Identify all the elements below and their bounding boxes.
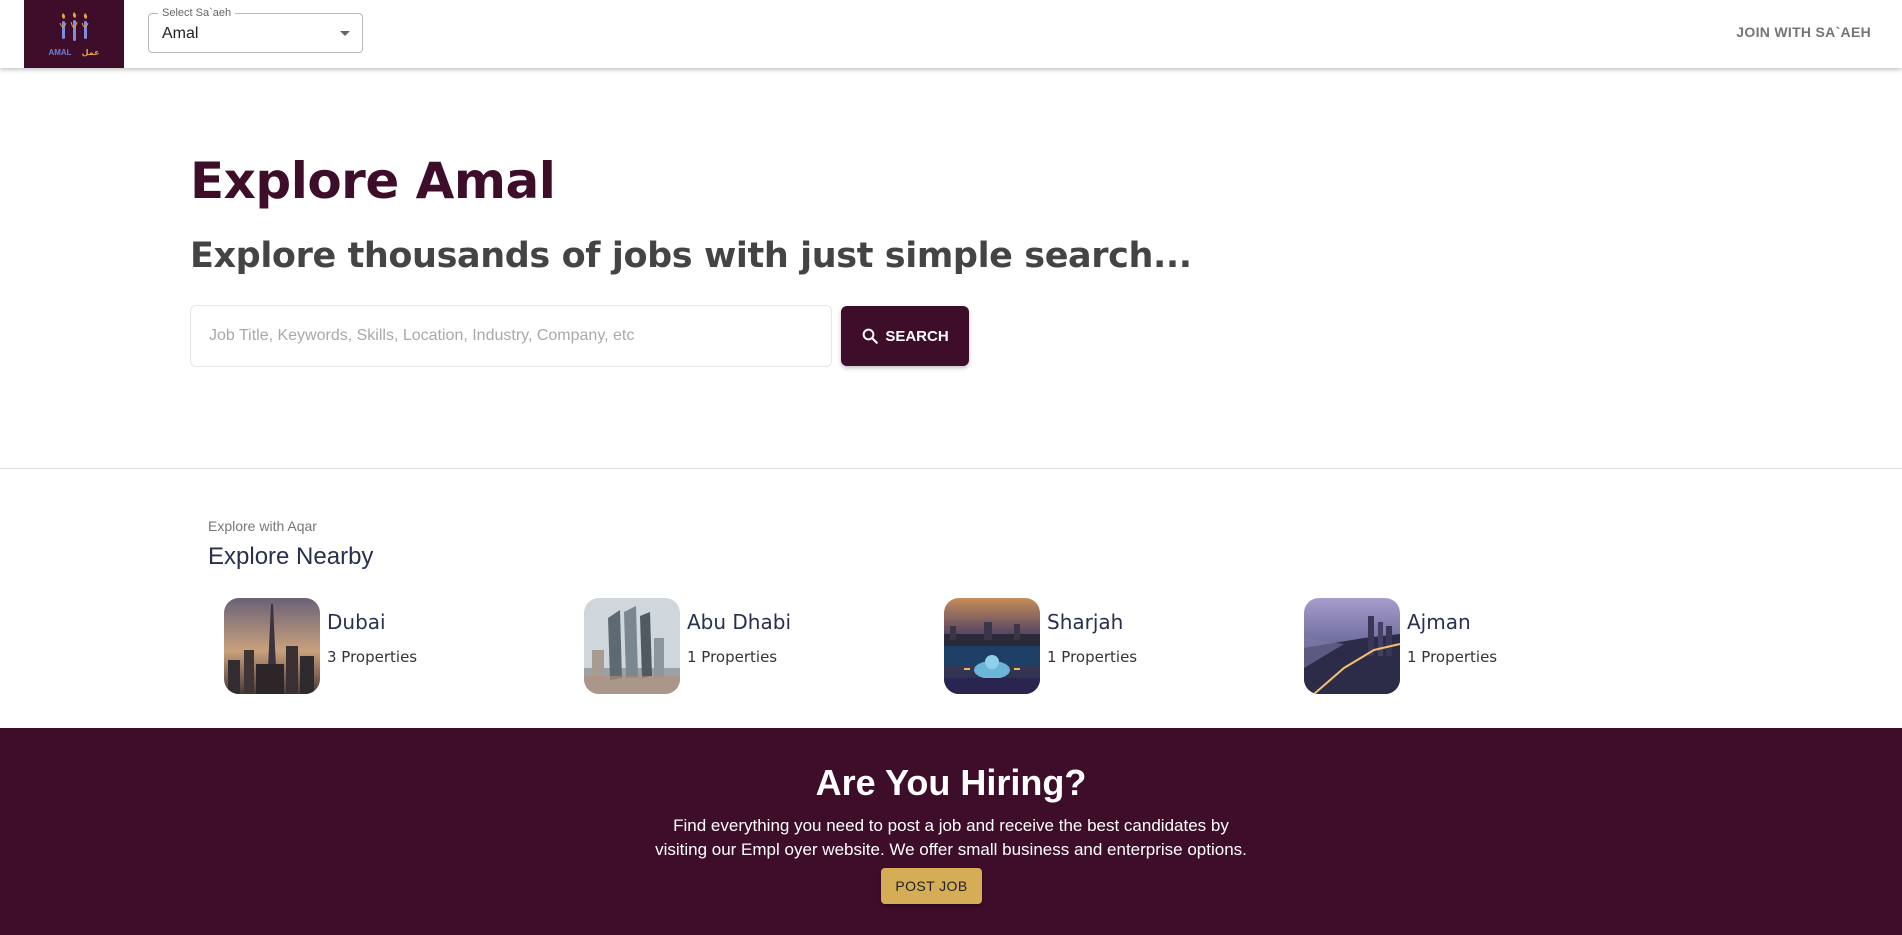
city-property-count: 1 Properties [1407,648,1498,666]
join-with-saaeh-button[interactable]: JOIN WITH SA`AEH [1736,24,1871,40]
amal-logo[interactable]: AMAL عمل [24,0,124,68]
saaeh-select-label: Select Sa`aeh [158,7,236,19]
city-name: Ajman [1407,610,1471,634]
logo-text-latin: AMAL [48,48,72,57]
city-info: Dubai 3 Properties [327,610,417,666]
city-name: Abu Dhabi [687,610,791,634]
flame-figures-icon [59,12,89,41]
top-app-bar: AMAL عمل Select Sa`aeh Amal JOIN WITH SA… [0,0,1902,68]
search-button[interactable]: SEARCH [841,306,969,366]
caret-down-icon [340,31,350,36]
page-title: Explore Amal [190,152,556,210]
sharjah-night-image [944,598,1040,694]
logo-text-arabic: عمل [81,48,100,57]
city-info: Abu Dhabi 1 Properties [687,610,791,666]
city-card-abu-dhabi[interactable]: Abu Dhabi 1 Properties [584,598,791,694]
city-property-count: 1 Properties [1047,648,1138,666]
section-title: Explore Nearby [208,543,374,570]
city-name: Sharjah [1047,610,1124,634]
city-info: Sharjah 1 Properties [1047,610,1137,666]
hiring-title: Are You Hiring? [815,762,1087,803]
job-search-input[interactable] [190,305,832,367]
section-overline: Explore with Aqar [208,518,317,534]
hiring-description-line: Find everything you need to post a job a… [673,816,1229,835]
saaeh-select[interactable]: Select Sa`aeh Amal [148,7,363,53]
city-info: Ajman 1 Properties [1407,610,1497,666]
hiring-description: Find everything you need to post a job a… [0,814,1902,862]
hiring-description-line: visiting our Empl oyer website. We offer… [655,840,1247,859]
post-job-button[interactable]: POST JOB [881,868,982,904]
city-card-ajman[interactable]: Ajman 1 Properties [1304,598,1497,694]
saaeh-select-value: Amal [162,25,199,42]
hiring-banner: Are You Hiring? Find everything you need… [0,728,1902,935]
logo-wordmark: AMAL عمل [48,48,99,57]
city-property-count: 1 Properties [687,648,778,666]
city-property-count: 3 Properties [327,648,418,666]
section-divider [0,468,1902,469]
search-button-label: SEARCH [885,327,949,345]
hero-subtitle: Explore thousands of jobs with just simp… [190,236,1192,276]
abu-dhabi-skyline-image [584,598,680,694]
dubai-skyline-image [224,598,320,694]
search-icon [862,328,879,344]
city-name: Dubai [327,610,386,634]
ajman-coast-image [1304,598,1400,694]
city-card-dubai[interactable]: Dubai 3 Properties [224,598,417,694]
city-card-sharjah[interactable]: Sharjah 1 Properties [944,598,1137,694]
